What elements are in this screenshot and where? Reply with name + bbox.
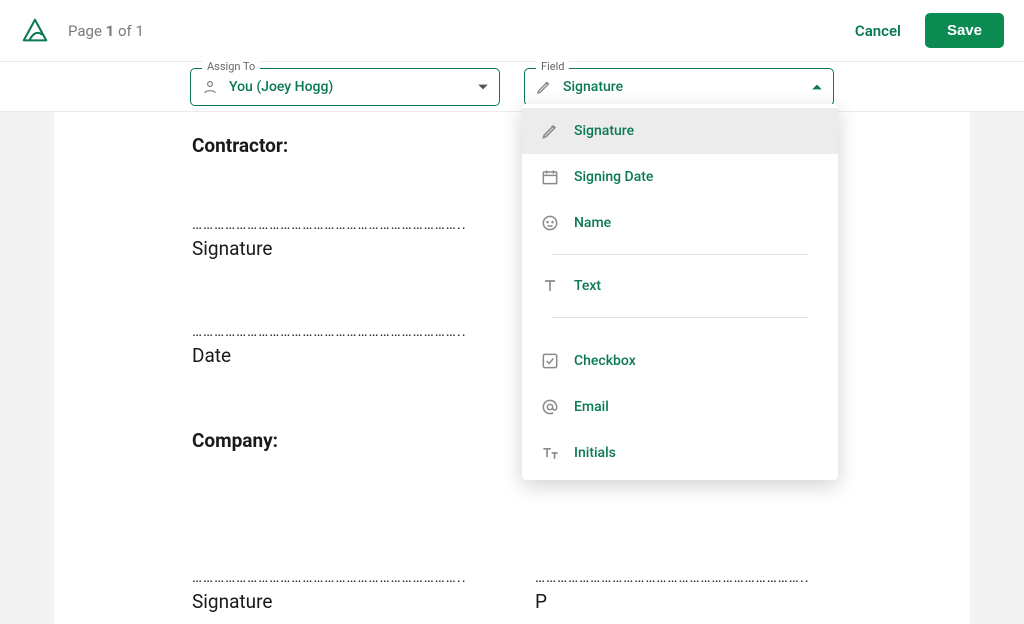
dropdown-item-email[interactable]: Email: [522, 384, 838, 430]
dropdown-item-label: Checkbox: [574, 353, 636, 369]
page-total: 1: [135, 22, 143, 40]
dropdown-item-label: Email: [574, 399, 609, 415]
document-area: Contractor: ……………………………………………………………….. S…: [0, 112, 1024, 624]
cancel-button[interactable]: Cancel: [855, 22, 901, 40]
dropdown-item-label: Signature: [574, 123, 634, 139]
field-value: Signature: [563, 79, 623, 95]
topbar-actions: Cancel Save: [855, 13, 1004, 48]
signature-field-label: Signature: [192, 237, 489, 260]
assign-to-label: Assign To: [202, 60, 260, 73]
date-line: ………………………………………………………………..: [192, 322, 489, 340]
face-icon: [540, 213, 560, 233]
assign-to-select[interactable]: You (Joey Hogg): [190, 68, 500, 106]
assign-to-value: You (Joey Hogg): [229, 79, 333, 95]
topbar: Page 1 of 1 Cancel Save: [0, 0, 1024, 62]
signature-line: ………………………………………………………………..: [192, 568, 489, 586]
dropdown-divider: [552, 254, 808, 255]
assign-to-wrap: Assign To You (Joey Hogg): [190, 68, 500, 106]
dropdown-item-name[interactable]: Name: [522, 200, 838, 246]
pencil-icon: [540, 121, 560, 141]
pencil-icon: [535, 78, 553, 96]
page-indicator: Page 1 of 1: [68, 22, 144, 40]
field-select[interactable]: Signature: [524, 68, 834, 106]
page-label-prefix: Page: [68, 22, 106, 40]
dropdown-item-label: Name: [574, 215, 611, 231]
dropdown-item-signature[interactable]: Signature: [522, 108, 838, 154]
chevron-up-icon: [811, 81, 823, 93]
dropdown-divider: [552, 317, 808, 318]
at-icon: [540, 397, 560, 417]
field-label-partial: P: [535, 590, 832, 613]
dropdown-item-label: Signing Date: [574, 169, 653, 185]
page-label-middle: of: [114, 22, 135, 40]
app-logo-icon: [20, 16, 50, 46]
calendar-icon: [540, 167, 560, 187]
dropdown-item-label: Initials: [574, 445, 616, 461]
page-current: 1: [106, 22, 115, 40]
field-wrap: Field Signature: [524, 68, 834, 106]
controls-row: Assign To You (Joey Hogg) Field Signatur…: [0, 62, 1024, 112]
person-icon: [201, 78, 219, 96]
signature-line: ………………………………………………………………..: [192, 215, 489, 233]
dropdown-item-checkbox[interactable]: Checkbox: [522, 338, 838, 384]
dropdown-item-initials[interactable]: Initials: [522, 430, 838, 476]
initials-icon: [540, 443, 560, 463]
dropdown-item-text[interactable]: Text: [522, 263, 838, 309]
chevron-down-icon: [477, 81, 489, 93]
save-button[interactable]: Save: [925, 13, 1004, 48]
dropdown-item-signing-date[interactable]: Signing Date: [522, 154, 838, 200]
field-dropdown: Signature Signing Date Name Text Checkbo…: [522, 104, 838, 480]
field-label: Field: [536, 60, 569, 73]
dropdown-item-label: Text: [574, 278, 601, 294]
checkbox-icon: [540, 351, 560, 371]
signature-field-label: Signature: [192, 590, 489, 613]
signature-line: ………………………………………………………………..: [535, 568, 832, 586]
date-field-label: Date: [192, 344, 489, 367]
text-icon: [540, 276, 560, 296]
